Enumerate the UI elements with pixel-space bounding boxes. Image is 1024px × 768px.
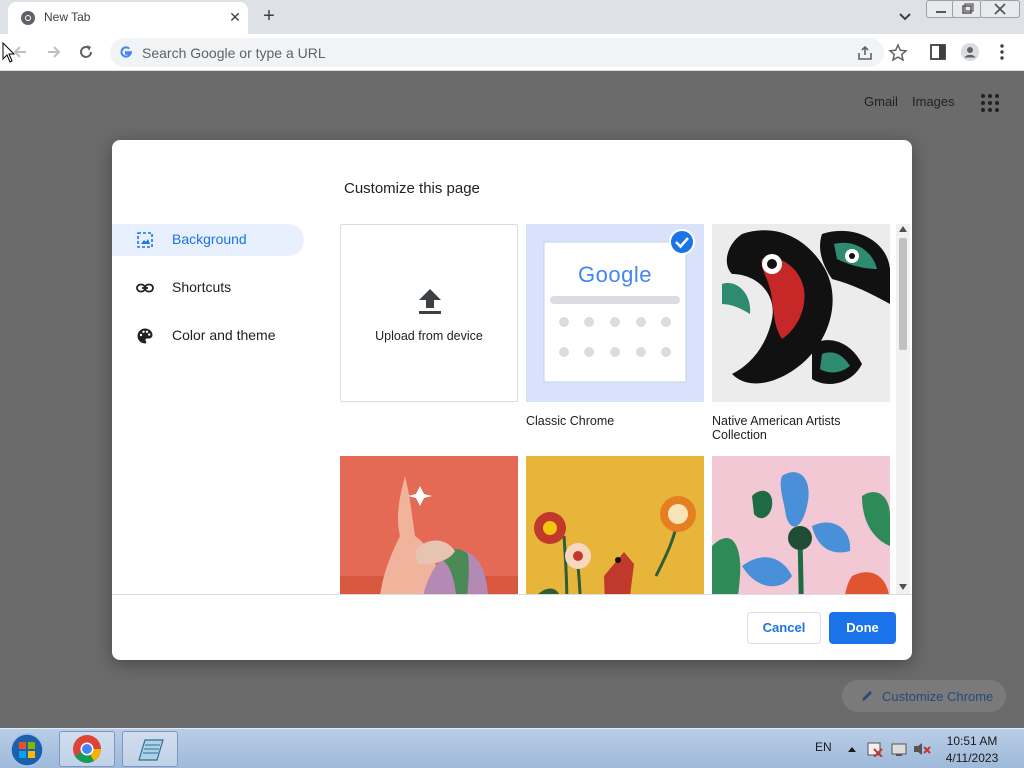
notepad-app-icon	[138, 739, 164, 761]
chrome-favicon-icon	[21, 11, 35, 25]
profile-avatar-icon[interactable]	[960, 42, 980, 62]
pencil-icon	[862, 691, 872, 701]
tab-title: New Tab	[44, 10, 91, 24]
bookmark-star-icon[interactable]	[888, 43, 908, 63]
classic-chrome-caption: Classic Chrome	[526, 414, 615, 428]
dialog-scrollbar[interactable]	[896, 224, 910, 594]
tab-new-tab[interactable]: New Tab ✕	[8, 2, 248, 34]
classic-chrome-tile[interactable]: Google	[526, 224, 704, 402]
native-american-caption: Native American Artists Collection	[712, 414, 841, 442]
dialog-title: Customize this page	[344, 180, 480, 197]
native-american-artists-tile[interactable]	[712, 224, 890, 402]
cancel-button[interactable]: Cancel	[747, 612, 821, 644]
more-menu-icon[interactable]	[992, 42, 1012, 62]
link-icon	[136, 283, 154, 293]
new-tab-button[interactable]: +	[258, 6, 280, 28]
tab-close-icon[interactable]: ✕	[226, 8, 244, 26]
taskbar-app-button[interactable]	[122, 731, 178, 767]
reload-icon[interactable]	[76, 42, 96, 62]
done-button[interactable]: Done	[829, 612, 896, 644]
customize-chrome-button[interactable]: Customize Chrome	[842, 680, 1006, 712]
system-tray-icons[interactable]	[844, 741, 934, 757]
upload-from-device-tile[interactable]: Upload from device	[340, 224, 518, 402]
window-restore-button[interactable]	[952, 0, 982, 18]
google-apps-grid-icon[interactable]	[980, 93, 1000, 113]
scroll-up-arrow-icon[interactable]	[899, 226, 907, 232]
taskbar-chrome-button[interactable]	[59, 731, 115, 767]
illustration-tile-flowers[interactable]	[526, 456, 704, 594]
forward-arrow-icon[interactable]	[44, 42, 64, 62]
classic-google-logo: Google	[578, 262, 652, 287]
chrome-logo-icon	[73, 735, 101, 763]
illustration-hands-thumbnail	[340, 456, 518, 594]
illustration-plants-thumbnail	[712, 456, 890, 594]
nav-item-background[interactable]: Background	[112, 224, 304, 256]
share-icon[interactable]	[856, 44, 874, 62]
background-grid: Upload from device Google Classic Chrome	[340, 224, 896, 594]
nav-item-label: Color and theme	[172, 327, 276, 343]
classic-chrome-preview	[543, 229, 695, 383]
clock-date[interactable]: 4/11/2023	[942, 751, 1002, 765]
browser-toolbar: Search Google or type a URL	[0, 34, 1024, 71]
upload-label: Upload from device	[375, 329, 483, 343]
images-link[interactable]: Images	[912, 94, 955, 109]
nav-item-color-and-theme[interactable]: Color and theme	[112, 320, 304, 352]
tab-strip: New Tab ✕ +	[0, 0, 1024, 34]
dialog-divider	[112, 594, 912, 595]
tab-search-chevron-icon[interactable]	[896, 8, 914, 26]
scrollbar-thumb[interactable]	[899, 238, 907, 350]
native-art-thumbnail	[712, 224, 890, 402]
image-icon	[137, 232, 153, 248]
mouse-cursor-icon	[2, 42, 16, 63]
palette-icon	[137, 328, 153, 344]
customize-chrome-label: Customize Chrome	[882, 689, 994, 704]
gmail-link[interactable]: Gmail	[864, 94, 898, 109]
upload-icon	[419, 289, 441, 314]
language-indicator[interactable]: EN	[815, 740, 832, 754]
google-g-icon	[120, 46, 132, 58]
scroll-down-arrow-icon[interactable]	[899, 584, 907, 590]
window-close-button[interactable]	[980, 0, 1020, 18]
nav-item-label: Shortcuts	[172, 279, 232, 295]
windows-start-orb-icon[interactable]	[2, 731, 52, 768]
side-panel-icon[interactable]	[928, 42, 948, 62]
customize-dialog: Customize this page Background Shortcuts…	[112, 140, 912, 660]
illustration-tile-plants[interactable]	[712, 456, 890, 594]
illustration-tile-hands[interactable]	[340, 456, 518, 594]
nav-item-label: Background	[172, 231, 247, 247]
illustration-flowers-thumbnail	[526, 456, 704, 594]
windows-taskbar: EN 10:51 AM 4/11/2023	[0, 728, 1024, 768]
clock-time[interactable]: 10:51 AM	[942, 734, 1002, 748]
address-bar-placeholder: Search Google or type a URL	[142, 45, 326, 61]
nav-item-shortcuts[interactable]: Shortcuts	[112, 272, 304, 304]
address-bar[interactable]: Search Google or type a URL	[110, 38, 884, 67]
